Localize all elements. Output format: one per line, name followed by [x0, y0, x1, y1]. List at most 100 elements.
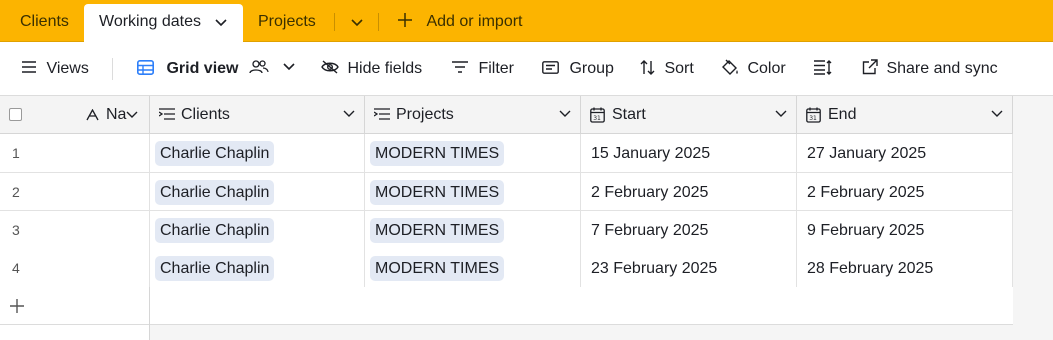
start-cell[interactable]: 2 February 2025 — [581, 172, 797, 211]
project-chip[interactable]: MODERN TIMES — [370, 218, 505, 243]
add-record-row[interactable] — [0, 287, 1013, 325]
add-record-button[interactable] — [0, 287, 150, 325]
chevron-down-icon[interactable] — [775, 110, 787, 118]
svg-text:31: 31 — [593, 115, 601, 122]
projects-cell[interactable]: MODERN TIMES — [365, 249, 581, 287]
filter-button[interactable]: Filter — [452, 42, 514, 96]
tab-working-dates[interactable]: Working dates — [84, 4, 243, 42]
chevron-down-icon[interactable] — [215, 19, 227, 27]
start-date: 2 February 2025 — [591, 183, 709, 201]
eye-slash-icon — [321, 60, 339, 74]
chevron-down-icon[interactable] — [126, 111, 138, 119]
column-header-name[interactable]: Na — [0, 96, 150, 134]
tab-clients[interactable]: Clients — [20, 4, 69, 42]
row-name-cell[interactable]: 4 — [0, 249, 150, 287]
column-header-projects[interactable]: Projects — [365, 96, 581, 134]
toolbar-divider — [112, 58, 113, 80]
end-date: 9 February 2025 — [807, 222, 925, 239]
projects-cell[interactable]: MODERN TIMES — [365, 172, 581, 211]
clients-cell[interactable]: Charlie Chaplin — [150, 249, 365, 287]
row-number: 1 — [12, 145, 20, 161]
table-row[interactable]: 2 Charlie Chaplin MODERN TIMES 2 Februar… — [0, 172, 1013, 211]
client-chip[interactable]: Charlie Chaplin — [155, 179, 275, 205]
sort-button[interactable]: Sort — [640, 42, 694, 96]
add-or-import-label: Add or import — [426, 13, 523, 30]
column-header-end[interactable]: 31 End — [797, 96, 1013, 134]
table-tab-bar: Clients Working dates Projects Add or im… — [0, 0, 1053, 42]
share-and-sync-button[interactable]: Share and sync — [862, 42, 998, 96]
project-chip[interactable]: MODERN TIMES — [370, 141, 505, 166]
tab-projects[interactable]: Projects — [258, 4, 316, 42]
chevron-down-icon[interactable] — [351, 19, 363, 27]
start-cell[interactable]: 7 February 2025 — [581, 211, 797, 249]
row-name-cell[interactable]: 3 — [0, 211, 150, 249]
column-header-clients[interactable]: Clients — [150, 96, 365, 134]
grid-view-icon — [137, 59, 154, 75]
end-cell[interactable]: 9 February 2025 — [797, 211, 1013, 249]
view-toolbar: Views Grid view Hide fields Filter Group… — [0, 42, 1053, 96]
projects-cell[interactable]: MODERN TIMES — [365, 211, 581, 249]
end-cell[interactable]: 2 February 2025 — [797, 172, 1013, 211]
end-date: 28 February 2025 — [807, 260, 934, 277]
start-date: 7 February 2025 — [591, 222, 709, 239]
grid-view-label: Grid view — [166, 60, 239, 77]
chevron-down-icon[interactable] — [559, 110, 571, 118]
menu-icon — [22, 61, 36, 74]
clients-cell[interactable]: Charlie Chaplin — [150, 172, 365, 211]
end-cell[interactable]: 28 February 2025 — [797, 249, 1013, 287]
tab-divider — [378, 13, 379, 31]
grid-view-button[interactable]: Grid view — [137, 42, 295, 96]
linked-record-icon — [159, 108, 175, 120]
add-or-import-button[interactable]: Add or import — [398, 4, 523, 42]
start-cell[interactable]: 23 February 2025 — [581, 249, 797, 287]
calendar-icon: 31 — [806, 107, 821, 123]
table-row[interactable]: 1 Charlie Chaplin MODERN TIMES 15 Januar… — [0, 134, 1013, 173]
grid-table: Na Clients Projects 31 Start 31 End 1 Ch… — [0, 96, 1053, 340]
sort-icon — [640, 59, 655, 75]
column-clients-label: Clients — [181, 106, 230, 123]
column-header-start[interactable]: 31 Start — [581, 96, 797, 134]
group-button[interactable]: Group — [542, 42, 614, 96]
color-button[interactable]: Color — [721, 42, 786, 96]
end-date: 27 January 2025 — [807, 145, 927, 162]
linked-record-icon — [374, 108, 390, 120]
table-row[interactable]: 4 Charlie Chaplin MODERN TIMES 23 Februa… — [0, 249, 1013, 288]
chevron-down-icon[interactable] — [991, 110, 1003, 118]
start-date: 15 January 2025 — [591, 145, 711, 162]
row-number: 4 — [12, 260, 20, 276]
project-chip[interactable]: MODERN TIMES — [370, 256, 505, 281]
end-cell[interactable]: 27 January 2025 — [797, 134, 1013, 172]
project-chip[interactable]: MODERN TIMES — [370, 179, 505, 205]
chevron-down-icon[interactable] — [343, 110, 355, 118]
clients-cell[interactable]: Charlie Chaplin — [150, 134, 365, 172]
filter-icon — [452, 61, 468, 74]
client-chip[interactable]: Charlie Chaplin — [155, 218, 275, 243]
row-height-icon — [814, 59, 832, 75]
tab-clients-label: Clients — [20, 13, 69, 30]
projects-cell[interactable]: MODERN TIMES — [365, 134, 581, 172]
row-height-button[interactable] — [814, 42, 832, 96]
client-chip[interactable]: Charlie Chaplin — [155, 141, 275, 166]
color-label: Color — [747, 60, 786, 77]
clients-cell[interactable]: Charlie Chaplin — [150, 211, 365, 249]
start-cell[interactable]: 15 January 2025 — [581, 134, 797, 172]
calendar-icon: 31 — [590, 107, 605, 123]
end-date: 2 February 2025 — [807, 183, 925, 201]
column-start-label: Start — [612, 106, 646, 123]
row-name-cell[interactable]: 2 — [0, 172, 150, 211]
column-projects-label: Projects — [396, 106, 454, 123]
svg-text:31: 31 — [809, 115, 817, 122]
client-chip[interactable]: Charlie Chaplin — [155, 256, 275, 281]
tab-working-dates-label: Working dates — [99, 13, 201, 30]
hide-fields-button[interactable]: Hide fields — [321, 42, 422, 96]
hide-fields-label: Hide fields — [347, 60, 423, 77]
select-all-checkbox[interactable] — [9, 108, 22, 121]
views-button[interactable]: Views — [22, 42, 89, 96]
plus-icon — [398, 13, 412, 28]
views-label: Views — [46, 60, 89, 77]
chevron-down-icon[interactable] — [283, 63, 295, 71]
tab-projects-label: Projects — [258, 13, 316, 30]
table-row[interactable]: 3 Charlie Chaplin MODERN TIMES 7 Februar… — [0, 211, 1013, 250]
collaborators-icon — [249, 60, 269, 74]
row-name-cell[interactable]: 1 — [0, 134, 150, 172]
